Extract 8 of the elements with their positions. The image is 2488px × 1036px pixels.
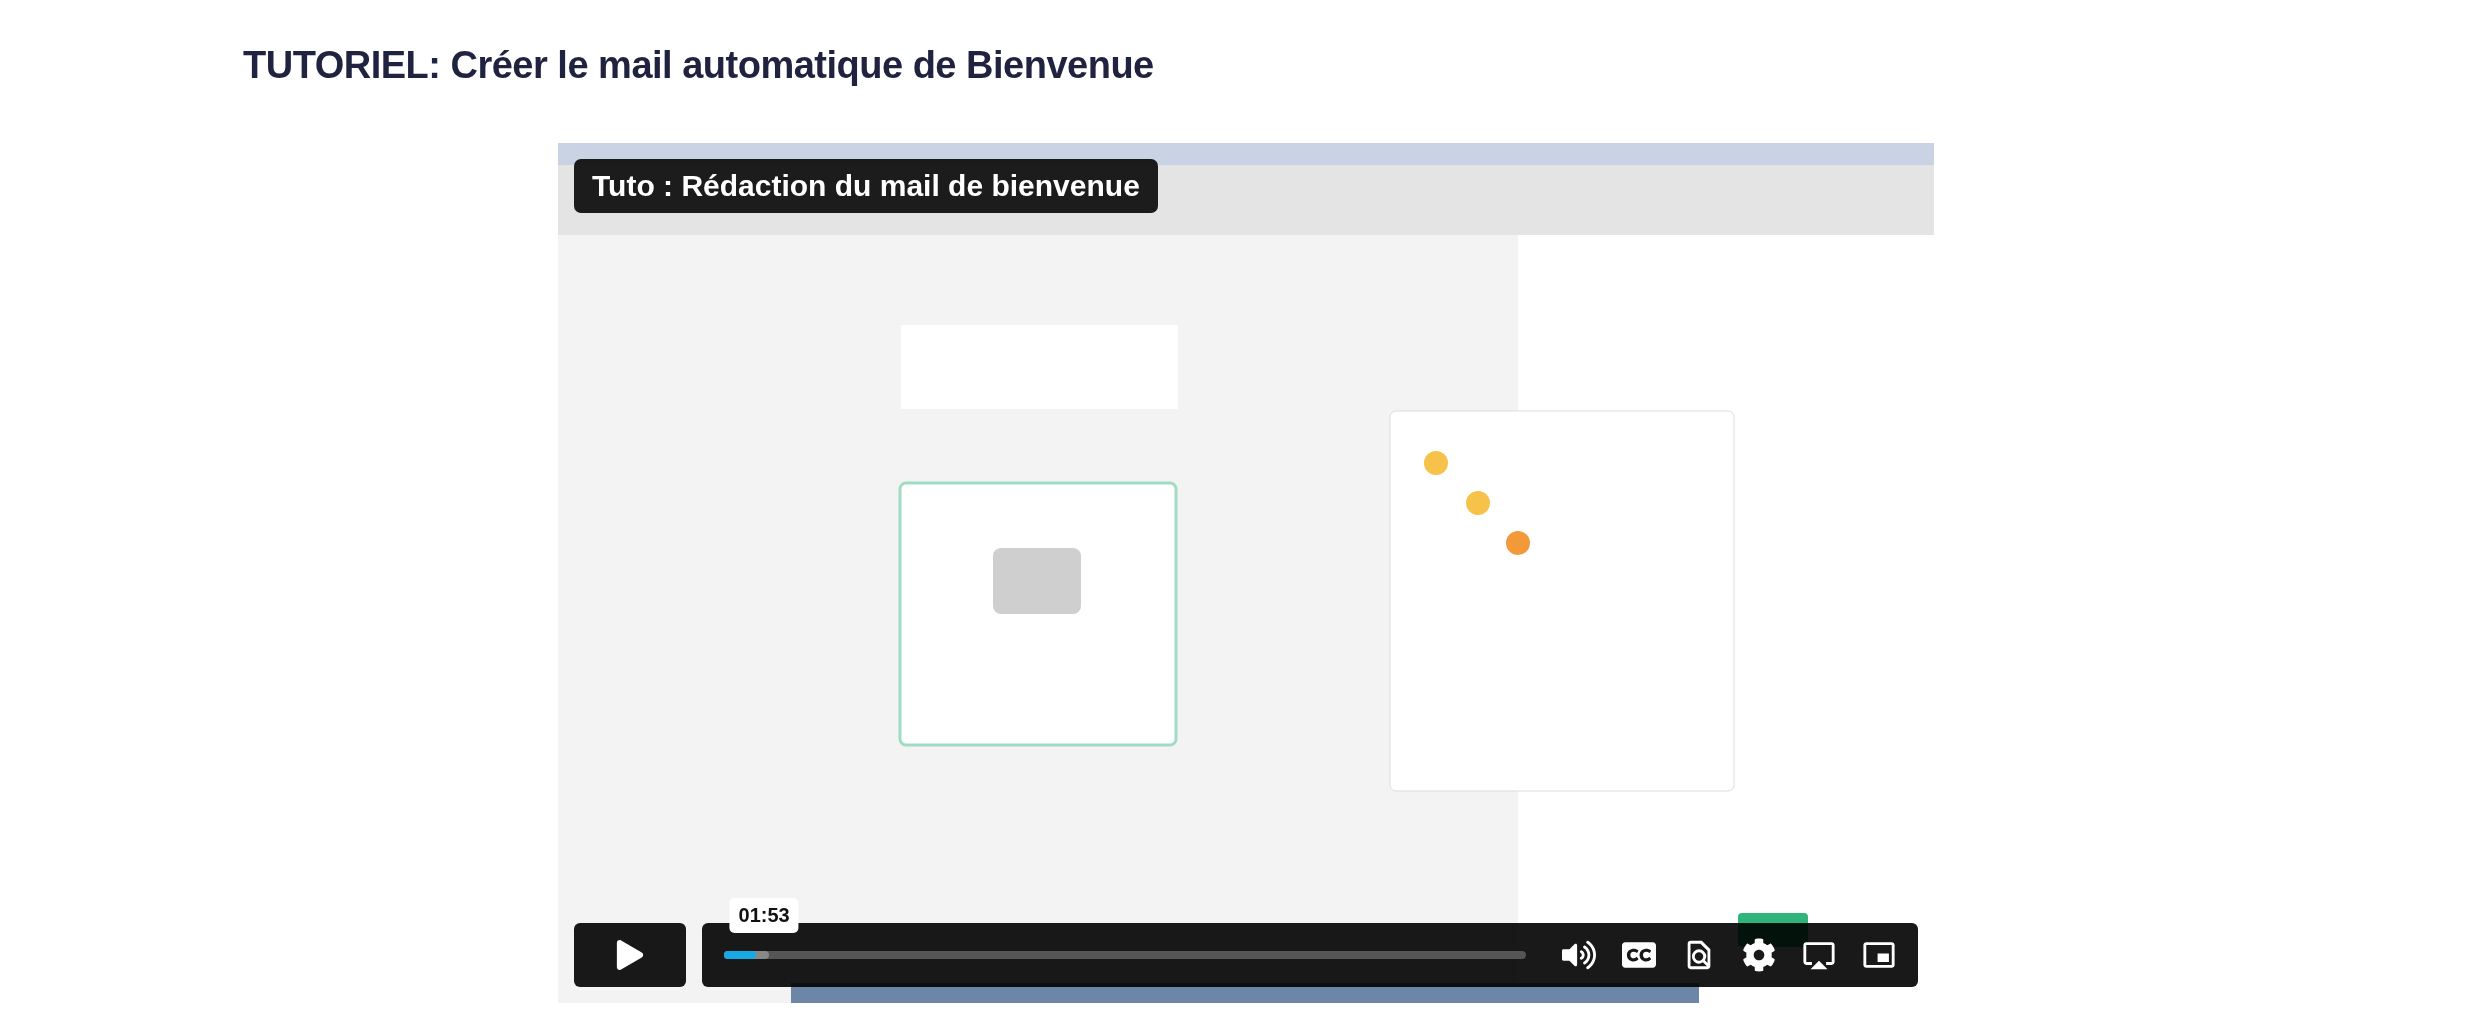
page-title: TUTORIEL: Créer le mail automatique de Bienvenue (243, 44, 1155, 87)
settings-icon[interactable] (1742, 938, 1776, 972)
video-title: Tuto : Rédaction du mail de bienvenue (574, 159, 1158, 213)
progress-bar[interactable] (724, 951, 1526, 959)
time-tooltip: 01:53 (729, 898, 799, 933)
play-icon (615, 940, 645, 970)
volume-icon[interactable] (1562, 938, 1596, 972)
play-button[interactable] (574, 923, 686, 987)
